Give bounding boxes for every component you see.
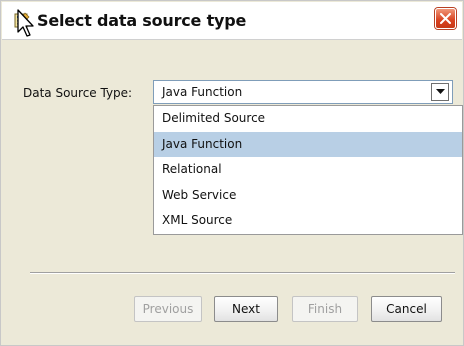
dropdown-item-label: Delimited Source <box>162 111 266 125</box>
data-source-type-label: Data Source Type: <box>23 86 133 100</box>
close-button[interactable] <box>435 8 456 29</box>
separator <box>30 272 455 274</box>
wizard-icon <box>14 12 30 28</box>
dropdown-item-relational[interactable]: Relational <box>154 157 462 182</box>
dialog-window: Select data source type Data Source Type… <box>0 0 464 346</box>
close-icon <box>440 13 451 24</box>
dropdown-item-label: Web Service <box>162 188 237 202</box>
dialog-title: Select data source type <box>37 11 247 30</box>
dropdown-item-web-service[interactable]: Web Service <box>154 183 462 208</box>
dropdown-arrow-button[interactable] <box>431 83 449 101</box>
dropdown-item-delimited-source[interactable]: Delimited Source <box>154 106 462 131</box>
data-source-type-select[interactable]: Java Function <box>153 80 453 104</box>
finish-button[interactable]: Finish <box>292 296 358 322</box>
title-bar[interactable]: Select data source type <box>2 2 462 40</box>
dropdown-item-xml-source[interactable]: XML Source <box>154 208 462 233</box>
dropdown-item-label: Java Function <box>162 137 243 151</box>
selected-value: Java Function <box>162 85 243 99</box>
dropdown-item-label: Relational <box>162 162 222 176</box>
dropdown-item-label: XML Source <box>162 213 233 227</box>
dropdown-item-java-function[interactable]: Java Function <box>154 132 462 157</box>
cancel-button[interactable]: Cancel <box>371 296 442 322</box>
dropdown-list[interactable]: Delimited Source Java Function Relationa… <box>153 105 463 235</box>
previous-button[interactable]: Previous <box>134 296 202 322</box>
next-button[interactable]: Next <box>214 296 278 322</box>
chevron-down-icon <box>435 89 445 94</box>
